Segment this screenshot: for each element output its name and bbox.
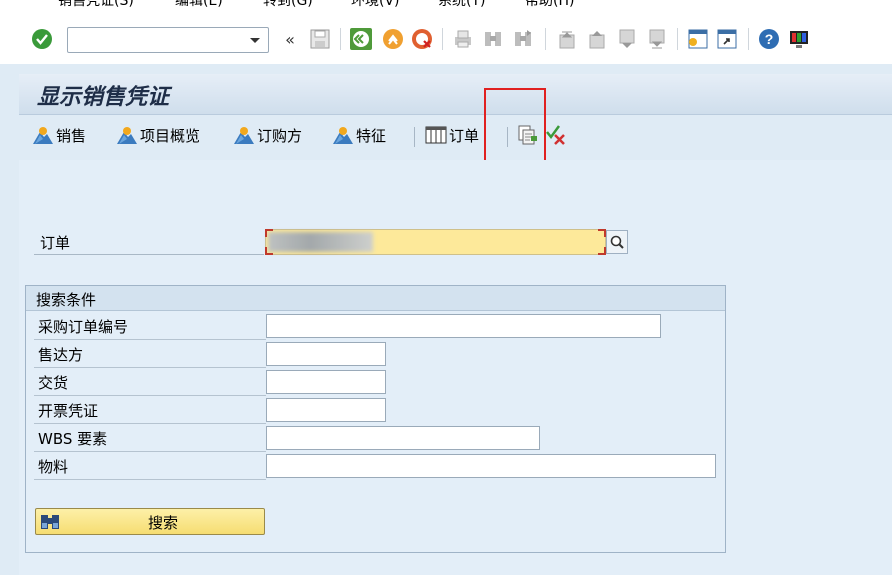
new-session-icon[interactable] <box>687 28 709 50</box>
menu-environment[interactable]: 环境(V) <box>351 0 400 10</box>
row-divider <box>34 423 266 424</box>
toolbar-separator <box>442 28 443 50</box>
binoculars-icon <box>41 515 59 529</box>
sales-button-label: 销售 <box>56 126 87 145</box>
double-chevron-left-icon[interactable]: « <box>279 28 301 50</box>
required-corner <box>265 247 273 255</box>
characteristics-button[interactable]: 特征 <box>332 123 386 147</box>
sold-to-party-label: 售达方 <box>38 346 84 364</box>
last-page-icon[interactable] <box>646 28 668 50</box>
sold-to-party-button[interactable]: 订购方 <box>233 123 302 147</box>
item-overview-button[interactable]: 项目概览 <box>116 123 200 147</box>
search-button-label: 搜索 <box>148 514 179 532</box>
search-button[interactable]: 搜索 <box>35 508 265 535</box>
billing-document-label: 开票凭证 <box>38 402 99 420</box>
toolbar-separator <box>748 28 749 50</box>
find-icon[interactable] <box>482 28 504 50</box>
orders-button-label: 订单 <box>449 126 480 145</box>
previous-page-icon[interactable] <box>586 28 608 50</box>
po-number-label: 采购订单编号 <box>38 318 129 336</box>
menu-bar: 销售凭证(S) 编辑(E) 转到(G) 环境(V) 系统(Y) 帮助(H) <box>0 0 892 14</box>
order-label-underline <box>34 254 264 255</box>
mountain-icon <box>33 127 53 144</box>
customize-layout-icon[interactable] <box>788 28 810 50</box>
mountain-icon <box>117 127 137 144</box>
sold-to-party-button-label: 订购方 <box>257 126 303 145</box>
characteristics-button-label: 特征 <box>356 126 387 145</box>
delivery-field[interactable] <box>266 370 386 394</box>
print-icon[interactable] <box>452 28 474 50</box>
delivery-label: 交货 <box>38 374 69 392</box>
menu-goto[interactable]: 转到(G) <box>263 0 313 10</box>
help-icon[interactable]: ? <box>758 28 780 50</box>
application-toolbar: 销售 项目概览 订购方 特征 订单 <box>19 115 892 159</box>
material-field[interactable] <box>266 454 716 478</box>
toolbar-separator <box>545 28 546 50</box>
billing-document-field[interactable] <box>266 398 386 422</box>
shortcut-icon[interactable] <box>716 28 738 50</box>
svg-text:?: ? <box>765 31 774 47</box>
row-divider <box>34 451 266 452</box>
material-label: 物料 <box>38 458 69 476</box>
check-cancel-icon <box>546 125 565 145</box>
back-icon[interactable] <box>350 28 372 50</box>
required-corner <box>265 229 273 237</box>
title-bar: 显示销售凭证 <box>19 74 892 115</box>
find-next-icon[interactable] <box>512 28 534 50</box>
item-overview-button-label: 项目概览 <box>140 126 201 145</box>
search-criteria-header: 搜索条件 <box>26 286 725 311</box>
save-icon[interactable] <box>309 28 331 50</box>
status-check-button[interactable] <box>545 123 569 147</box>
orders-button[interactable]: 订单 <box>425 123 479 147</box>
table-icon <box>425 126 447 144</box>
search-help-button[interactable] <box>606 230 628 254</box>
row-divider <box>34 339 266 340</box>
app-toolbar-separator <box>414 127 415 147</box>
mountain-icon <box>234 127 254 144</box>
sold-to-party-field[interactable] <box>266 342 386 366</box>
required-corner <box>598 229 606 237</box>
first-page-icon[interactable] <box>556 28 578 50</box>
highlight-box <box>484 88 546 162</box>
menu-edit[interactable]: 编辑(E) <box>175 0 223 10</box>
enter-icon[interactable] <box>31 28 53 50</box>
wbs-element-field[interactable] <box>266 426 540 450</box>
order-input[interactable] <box>265 229 606 255</box>
standard-toolbar: « ? <box>0 14 892 64</box>
toolbar-separator <box>340 28 341 50</box>
chevron-down-icon[interactable] <box>250 38 260 43</box>
required-corner <box>598 247 606 255</box>
row-divider <box>34 367 266 368</box>
sales-button[interactable]: 销售 <box>32 123 86 147</box>
page-title: 显示销售凭证 <box>37 84 170 110</box>
row-divider <box>34 479 266 480</box>
row-divider <box>34 395 266 396</box>
mountain-icon <box>333 127 353 144</box>
next-page-icon[interactable] <box>616 28 638 50</box>
search-criteria-title: 搜索条件 <box>36 291 97 309</box>
toolbar-separator <box>677 28 678 50</box>
wbs-element-label: WBS 要素 <box>38 430 108 448</box>
exit-icon[interactable] <box>382 28 404 50</box>
menu-system[interactable]: 系统(Y) <box>438 0 485 10</box>
order-label: 订单 <box>40 234 71 252</box>
redacted-value <box>268 232 373 252</box>
menu-help[interactable]: 帮助(H) <box>525 0 574 10</box>
cancel-icon[interactable] <box>411 28 433 50</box>
command-field[interactable] <box>67 27 269 53</box>
po-number-field[interactable] <box>266 314 661 338</box>
magnifier-icon <box>610 235 624 249</box>
menu-sales-document[interactable]: 销售凭证(S) <box>58 0 134 10</box>
